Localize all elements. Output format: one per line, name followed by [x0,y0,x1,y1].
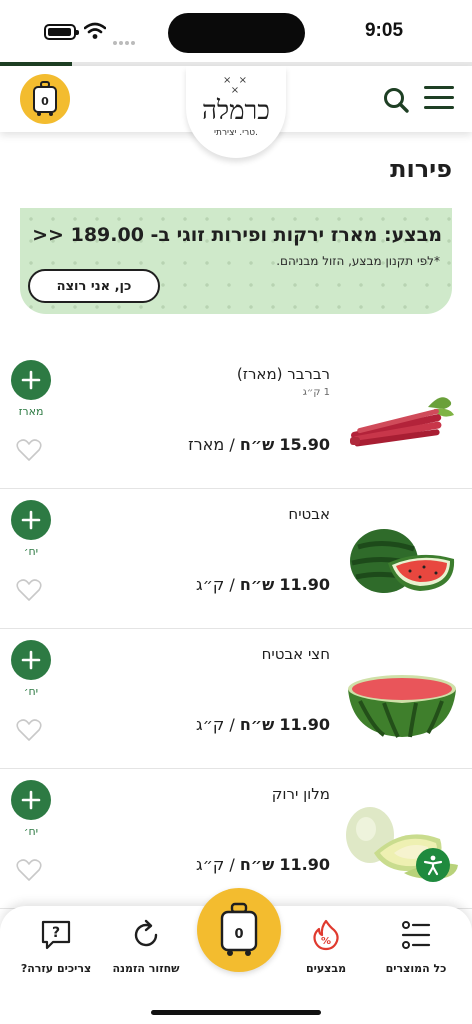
add-unit-label[interactable]: יח׳ [0,825,62,838]
percent-flame-icon: % [313,919,339,951]
shopping-bag-icon: 0 [33,81,57,116]
header-cart-count: 0 [41,95,49,108]
svg-text:%: % [321,936,331,947]
promo-note: *לפי תקנון מבצע, הזול מבניהם. [276,254,440,268]
product-price: 11.90 ש״ח / ק״ג [196,715,330,734]
add-to-cart-button[interactable] [11,360,51,400]
product-price: 11.90 ש״ח / ק״ג [196,855,330,874]
heart-icon[interactable] [16,858,42,882]
plus-icon [21,510,41,530]
plus-icon [21,790,41,810]
product-name: רברבר (מארז) [236,365,330,383]
price-unit: / ק״ג [195,855,235,874]
page-title: פירות [390,155,452,183]
heart-icon[interactable] [16,578,42,602]
price-value: 15.90 [279,435,330,454]
nav-cart-button[interactable]: 0 [197,888,281,972]
price-currency: ש״ח [239,715,275,734]
nav-reorder[interactable]: שחזור הזמנה [101,918,191,975]
refresh-icon [134,919,158,947]
half-watermelon-image[interactable] [344,659,460,739]
app-header: 0 × × × כרמלה טרי. יצירתי. [0,66,472,158]
product-price: 15.90 ש״ח / מארז [188,435,330,454]
product-row[interactable]: רברבר (מארז) 1 ק״ג 15.90 ש״ח / מארז מארז [0,349,472,489]
promo-accept-button[interactable]: כן, אני רוצה [28,269,160,303]
nav-cart-count: 0 [234,927,243,942]
add-unit-label[interactable]: יח׳ [0,545,62,558]
add-unit-label[interactable]: יח׳ [0,685,62,698]
header-cart-button[interactable]: 0 [20,74,70,124]
add-to-cart-button[interactable] [11,500,51,540]
battery-icon [44,24,79,40]
shopping-bag-icon: 0 [220,902,258,956]
status-bar: 9:05 [0,0,472,62]
accessibility-icon [423,855,443,876]
svg-text:?: ? [52,925,60,941]
add-to-cart-button[interactable] [11,780,51,820]
product-price: 11.90 ש״ח / ק״ג [196,575,330,594]
nav-sales[interactable]: % מבצעים [281,918,371,975]
price-currency: ש״ח [239,855,275,874]
price-currency: ש״ח [239,435,275,454]
nav-all-products-label: כל המוצרים [385,962,447,975]
logo-tagline: טרי. יצירתי. [214,128,258,138]
accessibility-button[interactable] [416,848,450,882]
home-indicator [151,1010,321,1015]
product-name: מלון ירוק [271,785,330,803]
add-to-cart-button[interactable] [11,640,51,680]
nav-all-products[interactable]: כל המוצרים [371,918,461,975]
product-name: אבטיח [288,505,330,523]
product-row[interactable]: חצי אבטיח 11.90 ש״ח / ק״ג יח׳ [0,629,472,769]
price-unit: / ק״ג [195,715,235,734]
hamburger-menu-icon[interactable] [424,86,454,112]
logo-name: כרמלה [201,96,270,126]
price-value: 11.90 [279,855,330,874]
dynamic-island [168,13,305,53]
brand-logo[interactable]: × × × כרמלה טרי. יצירתי. [186,66,286,158]
help-chat-icon: ? [41,920,71,950]
add-unit-label[interactable]: מארז [0,405,62,418]
heart-icon[interactable] [16,718,42,742]
price-value: 11.90 [279,575,330,594]
price-currency: ש״ח [239,575,275,594]
product-weight: 1 ק״ג [302,387,330,398]
promo-banner: מבצע: מארז ירקות ופירות זוגי ב- 189.00 <… [20,208,452,314]
search-icon[interactable] [382,86,410,114]
heart-icon[interactable] [16,438,42,462]
bottom-navigation: ? צריכים עזרה? שחזור הזמנה 0 % מבצעים כל… [0,888,472,1024]
wifi-icon [84,22,106,39]
nav-sales-label: מבצעים [305,962,347,975]
watermelon-image[interactable] [344,519,460,599]
status-time: 9:05 [364,20,404,41]
rhubarb-image[interactable] [344,379,460,459]
plus-icon [21,650,41,670]
product-name: חצי אבטיח [261,645,330,663]
price-unit: / ק״ג [195,575,235,594]
nav-help-label: צריכים עזרה? [20,962,92,975]
price-unit: / מארז [188,435,235,454]
nav-reorder-label: שחזור הזמנה [112,962,180,975]
promo-title: מבצע: מארז ירקות ופירות זוגי ב- 189.00 <… [32,224,442,246]
logo-stars-icon: × × × [223,75,249,96]
list-icon [401,921,431,949]
price-value: 11.90 [279,715,330,734]
nav-help[interactable]: ? צריכים עזרה? [11,918,101,975]
cellular-icon [113,30,139,45]
product-row[interactable]: אבטיח 11.90 ש״ח / ק״ג יח׳ [0,489,472,629]
plus-icon [21,370,41,390]
